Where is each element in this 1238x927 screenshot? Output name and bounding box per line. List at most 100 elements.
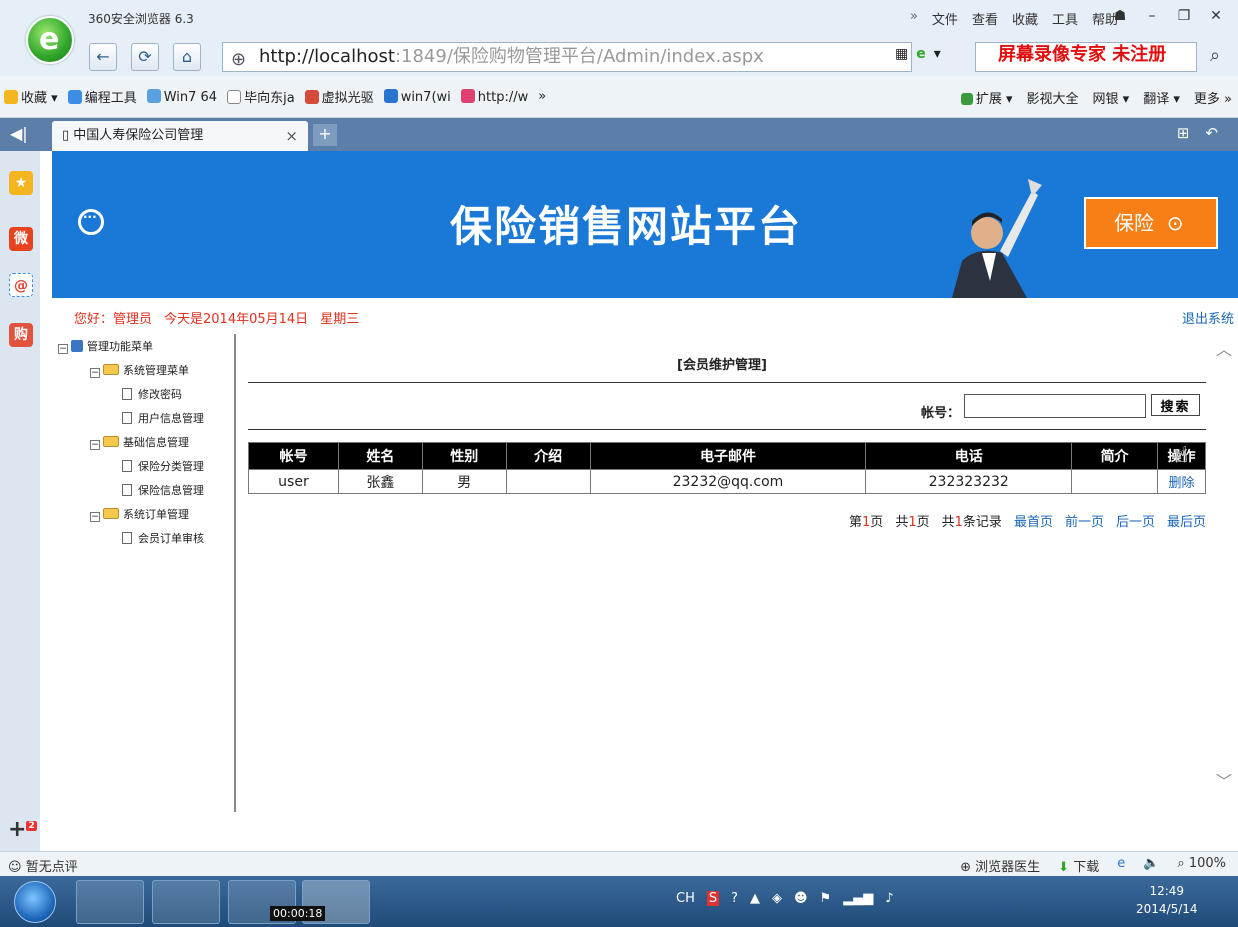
shopping-icon[interactable]: 购 bbox=[9, 323, 33, 347]
tab-bar: ◀| ▯ 中国人寿保险公司管理 × + ⊞ ↶ bbox=[0, 118, 1238, 151]
speaker-icon[interactable]: ♪ bbox=[885, 891, 893, 906]
status-tools: ⊕ 浏览器医生 ⬇ 下载 e 🔈 ⌕ 100% bbox=[960, 856, 1226, 875]
chevron-down-icon[interactable]: ﹀ bbox=[1216, 768, 1232, 792]
insurance-button[interactable]: 保险 ⊙ bbox=[1084, 197, 1218, 249]
mail-icon[interactable]: @ bbox=[9, 273, 33, 297]
rating-status[interactable]: ☺ 暂无点评 bbox=[8, 856, 78, 875]
restore-icon[interactable]: ❐ bbox=[1170, 5, 1198, 27]
new-tab-icon[interactable]: + bbox=[313, 124, 337, 146]
delete-link[interactable]: 删除 bbox=[1157, 469, 1206, 494]
menu-more[interactable]: » bbox=[910, 9, 918, 28]
menu-file[interactable]: 文件 bbox=[932, 9, 958, 28]
tree-item-insurance-category[interactable]: 保险分类管理 bbox=[122, 458, 204, 474]
tree-group-basic-info[interactable]: − 基础信息管理 bbox=[90, 434, 189, 450]
home-icon[interactable]: ⌂ bbox=[173, 43, 201, 71]
qq-icon[interactable]: ☻ bbox=[794, 891, 808, 906]
address-host: http://localhost bbox=[259, 46, 395, 67]
menu-tools[interactable]: 工具 bbox=[1052, 9, 1078, 28]
system-clock[interactable]: 12:49 2014/5/14 bbox=[1136, 882, 1198, 918]
address-bar[interactable]: ⊕ http://localhost:1849/保险购物管理平台/Admin/i… bbox=[222, 42, 912, 72]
collapse-icon: − bbox=[58, 344, 68, 354]
table-row: user 张鑫 男 23232@qq.com 232323232 删除 bbox=[248, 469, 1206, 494]
sidebar-toggle-icon[interactable]: ◀| bbox=[10, 124, 28, 143]
extensions-button[interactable]: 扩展 ▾ bbox=[960, 88, 1013, 107]
tree-item-insurance-info[interactable]: 保险信息管理 bbox=[122, 482, 204, 498]
address-tools: ▦ e ▾ bbox=[895, 46, 941, 62]
account-search-input[interactable] bbox=[964, 394, 1146, 418]
star-icon[interactable]: ★ bbox=[9, 171, 33, 195]
menu-favorites[interactable]: 收藏 bbox=[1012, 9, 1038, 28]
tab-list-icon[interactable]: ⊞ bbox=[1177, 124, 1190, 142]
help-icon[interactable]: ? bbox=[731, 891, 738, 906]
zoom-level[interactable]: ⌕ 100% bbox=[1177, 856, 1226, 875]
fav-http[interactable]: http://w bbox=[460, 88, 528, 105]
tree-group-system[interactable]: − 系统管理菜单 bbox=[90, 362, 189, 378]
fav-programming-tools[interactable]: 编程工具 bbox=[67, 87, 137, 106]
tray-expand-icon[interactable]: ▲ bbox=[750, 891, 760, 906]
browser-menu-bar: » 文件 查看 收藏 工具 帮助 bbox=[910, 9, 1118, 28]
magnifier-icon[interactable]: ⌕ bbox=[1200, 42, 1230, 72]
task-qq-browser[interactable] bbox=[76, 880, 144, 924]
start-button[interactable] bbox=[14, 881, 56, 923]
next-page-link[interactable]: 后一页 bbox=[1116, 511, 1155, 530]
minimize-icon[interactable]: – bbox=[1138, 5, 1166, 27]
fav-win7wi[interactable]: win7(wi bbox=[383, 88, 451, 105]
browser-mode-icon[interactable]: e bbox=[916, 46, 926, 62]
clock-time: 12:49 bbox=[1149, 884, 1185, 898]
grid-icon bbox=[960, 93, 973, 105]
task-file-explorer[interactable] bbox=[152, 880, 220, 924]
tab-close-icon[interactable]: × bbox=[285, 121, 298, 151]
tree-item-user-management[interactable]: 用户信息管理 bbox=[122, 410, 204, 426]
tree-group-orders[interactable]: − 系统订单管理 bbox=[90, 506, 189, 522]
page-icon bbox=[122, 532, 132, 544]
flag-icon[interactable]: ⚑ bbox=[820, 891, 832, 906]
tree-item-order-review[interactable]: 会员订单审核 bbox=[122, 530, 204, 546]
favorites-right-tools: 扩展 ▾ 影视大全 网银 ▾ 翻译 ▾ 更多 » bbox=[960, 88, 1232, 107]
fav-bixiangdong[interactable]: 毕向东ja bbox=[227, 87, 295, 106]
cell-name: 张鑫 bbox=[337, 469, 423, 494]
close-icon[interactable]: ✕ bbox=[1202, 5, 1230, 27]
add-sidebar-icon[interactable]: +2 bbox=[8, 817, 37, 842]
chevron-up-icon[interactable]: ︿ bbox=[1216, 336, 1232, 360]
network-icon[interactable]: ▂▄▆ bbox=[843, 891, 873, 906]
translate-button[interactable]: 翻译 ▾ bbox=[1143, 88, 1180, 107]
tree-item-change-password[interactable]: 修改密码 bbox=[122, 386, 182, 402]
column-header: 性别 bbox=[421, 442, 507, 470]
fav-more-arrow[interactable]: » bbox=[538, 89, 546, 104]
last-page-link[interactable]: 最后页 bbox=[1167, 511, 1206, 530]
search-button[interactable]: 搜索 bbox=[1151, 394, 1200, 416]
back-arrow-icon[interactable]: ← bbox=[89, 43, 117, 71]
tab-insurance-admin[interactable]: ▯ 中国人寿保险公司管理 × bbox=[52, 121, 308, 151]
language-indicator[interactable]: CH bbox=[676, 891, 695, 906]
address-path: :1849/保险购物管理平台/Admin/index.aspx bbox=[394, 46, 764, 67]
volume-icon[interactable]: 🔈 bbox=[1143, 856, 1159, 875]
fav-virtual-drive[interactable]: 虚拟光驱 bbox=[304, 87, 374, 106]
undo-close-icon[interactable]: ↶ bbox=[1205, 124, 1218, 142]
page-scrollbar[interactable]: ︿ ﹀ bbox=[1212, 336, 1236, 796]
chevron-down-icon[interactable]: ▾ bbox=[934, 46, 941, 62]
column-header: 介绍 bbox=[505, 442, 591, 470]
welcome-bar: 您好：管理员 今天是2014年05月14日 星期三 退出系统 bbox=[52, 298, 1238, 334]
fav-collect[interactable]: 收藏 ▾ bbox=[4, 87, 58, 106]
weibo-icon[interactable]: 微 bbox=[9, 227, 33, 251]
prev-page-link[interactable]: 前一页 bbox=[1065, 511, 1104, 530]
browser-doctor-button[interactable]: ⊕ 浏览器医生 bbox=[960, 856, 1040, 875]
tree-root[interactable]: − 管理功能菜单 bbox=[58, 338, 153, 354]
collapse-icon: − bbox=[90, 512, 100, 522]
shield-icon[interactable]: ◈ bbox=[772, 891, 782, 906]
skin-icon[interactable]: ☗ bbox=[1106, 5, 1134, 27]
qr-code-icon[interactable]: ▦ bbox=[895, 46, 908, 62]
netbank-button[interactable]: 网银 ▾ bbox=[1093, 88, 1130, 107]
download-button[interactable]: ⬇ 下载 bbox=[1058, 856, 1099, 875]
video-button[interactable]: 影视大全 bbox=[1027, 88, 1079, 107]
first-page-link[interactable]: 最首页 bbox=[1014, 511, 1053, 530]
ie-mode-icon[interactable]: e bbox=[1117, 856, 1125, 875]
ime-icon[interactable]: S bbox=[706, 891, 720, 906]
menu-view[interactable]: 查看 bbox=[972, 9, 998, 28]
fav-win7-64[interactable]: Win7 64 bbox=[146, 88, 217, 105]
refresh-icon[interactable]: ⟳ bbox=[131, 43, 159, 71]
logout-link[interactable]: 退出系统 bbox=[1182, 308, 1234, 327]
windows-taskbar: 00:00:18 CH S ? ▲ ◈ ☻ ⚑ ▂▄▆ ♪ 12:49 2014… bbox=[0, 876, 1238, 927]
folder-icon bbox=[103, 364, 119, 375]
more-button[interactable]: 更多 » bbox=[1194, 88, 1232, 107]
